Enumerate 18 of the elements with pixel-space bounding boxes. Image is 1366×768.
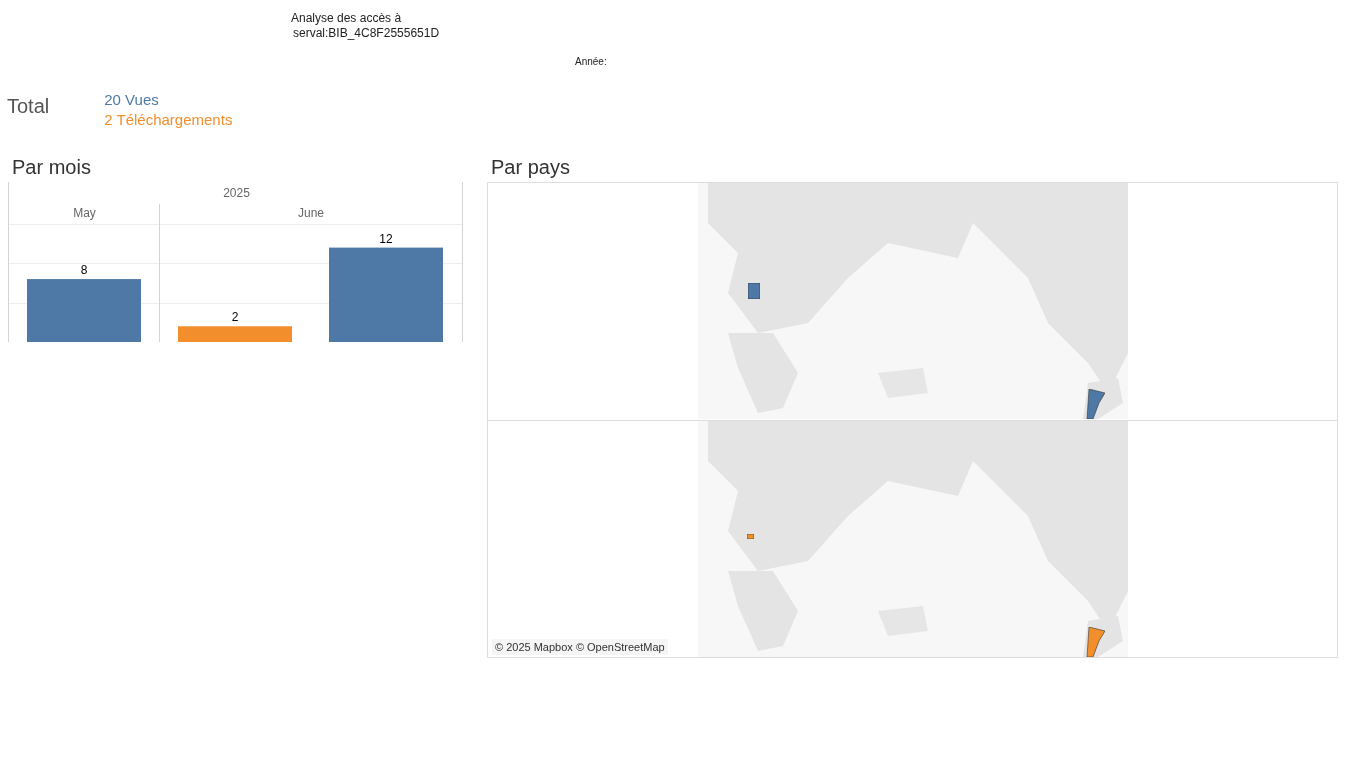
bar-value-label: 2 bbox=[231, 310, 239, 325]
country-highlight bbox=[1085, 389, 1105, 419]
report-subtitle: serval:BIB_4C8F2555651D bbox=[292, 26, 441, 41]
world-map[interactable]: © 2025 Mapbox © OpenStreetMap bbox=[488, 420, 1337, 657]
total-count: 2 Téléchargements bbox=[104, 110, 233, 130]
total-label: Total bbox=[7, 94, 50, 119]
report-title: Analyse des accès à bbox=[291, 11, 403, 26]
section-heading: Par mois bbox=[11, 155, 92, 180]
bar-value-label: 12 bbox=[379, 231, 393, 246]
section-heading: Par pays bbox=[490, 155, 571, 180]
month-header: June bbox=[298, 206, 324, 220]
year-header: 2025 bbox=[223, 186, 250, 200]
year-filter-label: Année: bbox=[575, 56, 607, 67]
country-highlight bbox=[1085, 627, 1105, 657]
map-attribution: © 2025 Mapbox © OpenStreetMap bbox=[492, 638, 668, 655]
bar-value-label: 8 bbox=[80, 263, 88, 278]
total-count: 20 Vues bbox=[104, 90, 160, 110]
month-header: May bbox=[73, 206, 96, 220]
